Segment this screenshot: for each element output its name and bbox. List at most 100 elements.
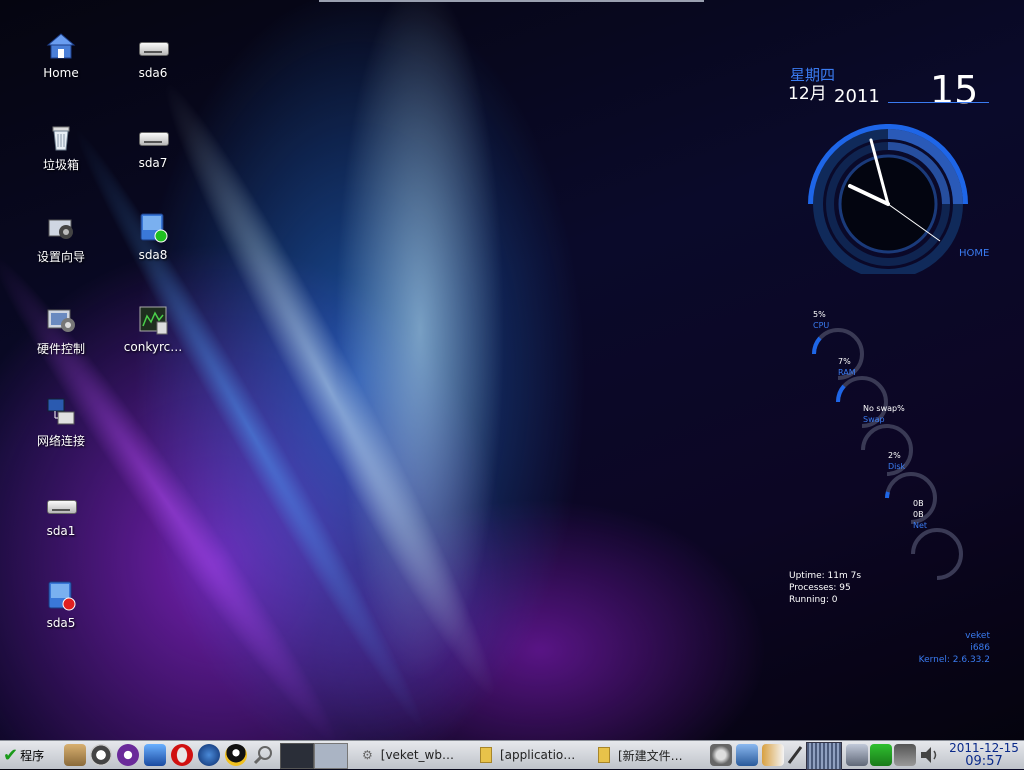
desktop-icon-sda8[interactable]: sda8 xyxy=(108,212,198,262)
os-name: veket xyxy=(965,631,990,641)
processes-text: Processes: 95 xyxy=(789,583,851,593)
cpu-label: CPU xyxy=(813,321,830,330)
monitor-icon[interactable] xyxy=(736,744,758,766)
folder-icon xyxy=(598,747,610,763)
disk-value: 2% xyxy=(888,451,901,460)
month-text: 12月 xyxy=(788,84,827,104)
clock-time: 09:57 xyxy=(965,754,1003,769)
arch-text: i686 xyxy=(970,643,990,653)
cpu-value: 5% xyxy=(813,310,826,319)
opera-browser-icon[interactable] xyxy=(171,744,193,766)
uptime-text: Uptime: 11m 7s xyxy=(789,571,862,581)
package-manager-icon[interactable] xyxy=(64,744,86,766)
at-symbol-icon[interactable] xyxy=(90,744,112,766)
gear-icon: ⚙ xyxy=(362,748,373,762)
drive-icon xyxy=(45,580,77,612)
start-menu-button[interactable]: ✔ 程序 xyxy=(0,743,62,767)
task-label: [新建文件… xyxy=(618,748,683,763)
year-text: 2011 xyxy=(834,86,880,107)
kernel-text: Kernel: 2.6.33.2 xyxy=(918,655,990,665)
desktop-show-icon[interactable] xyxy=(144,744,166,766)
qq-penguin-icon[interactable] xyxy=(225,744,247,766)
drive-icon xyxy=(137,212,169,244)
net-down-value: 0B xyxy=(913,510,924,519)
desktop-icon-network[interactable]: 网络连接 xyxy=(16,396,106,449)
net-monitor: 0B 0B Net xyxy=(913,498,927,531)
network-status-icon[interactable] xyxy=(894,744,916,766)
disk-monitor: 2% Disk xyxy=(888,450,905,472)
media-player-icon[interactable] xyxy=(117,744,139,766)
taskbar: ✔ 程序 ⚙ [veket_wb… [applicatio… [新建文件… 20… xyxy=(0,740,1024,770)
system-info: veket i686 Kernel: 2.6.33.2 xyxy=(900,630,990,666)
desktop-icon-conkyrc[interactable]: conkyrc… xyxy=(108,304,198,354)
ram-monitor: 7% RAM xyxy=(838,356,856,378)
battery-icon[interactable] xyxy=(870,744,892,766)
desktop-icon-label: sda7 xyxy=(138,156,168,170)
search-icon[interactable] xyxy=(252,744,274,766)
ram-label: RAM xyxy=(838,368,856,377)
clock-home-label: HOME xyxy=(959,248,990,259)
desktop-icon-setup-wizard[interactable]: 设置向导 xyxy=(16,212,106,265)
keyboard-icon[interactable] xyxy=(846,744,868,766)
swap-value: No swap% xyxy=(863,404,905,413)
task-label: [applicatio… xyxy=(500,748,576,762)
pen-icon[interactable] xyxy=(786,744,804,766)
swap-monitor: No swap% Swap xyxy=(863,403,905,425)
system-stats: Uptime: 11m 7s Processes: 95 Running: 0 xyxy=(789,570,861,606)
desktop-icon-label: sda1 xyxy=(46,524,76,538)
workspace-pager[interactable] xyxy=(806,742,842,770)
drive-icon xyxy=(137,30,169,62)
checkmark-icon: ✔ xyxy=(3,744,19,766)
desktop-icon-home[interactable]: Home xyxy=(16,30,106,80)
desktop-icon-sda1[interactable]: sda1 xyxy=(16,488,106,538)
ram-value: 7% xyxy=(838,357,851,366)
speaker-device-icon[interactable] xyxy=(710,744,732,766)
desktop-icon-label: 垃圾箱 xyxy=(42,158,79,172)
net-up-value: 0B xyxy=(913,499,924,508)
disk-ring xyxy=(885,472,937,524)
drive-icon xyxy=(45,488,77,520)
trash-icon xyxy=(45,120,77,152)
desktop-icon-trash[interactable]: 垃圾箱 xyxy=(16,120,106,173)
task-button-applications[interactable]: [applicatio… xyxy=(476,743,588,767)
hardware-control-icon xyxy=(45,304,77,336)
conky-date: 星期四 12月 2011 15 xyxy=(788,62,993,112)
desktop-icon-label: sda8 xyxy=(138,248,168,262)
taskbar-clock[interactable]: 2011-12-15 09:57 xyxy=(944,742,1024,769)
net-label: Net xyxy=(913,521,928,530)
swap-label: Swap xyxy=(863,415,885,424)
date-underline xyxy=(888,102,989,103)
desktop-icon-label: sda6 xyxy=(138,66,168,80)
cpu-monitor: 5% CPU xyxy=(813,309,829,331)
window-edge xyxy=(319,0,704,2)
volume-icon[interactable] xyxy=(918,744,940,766)
desktop-icon-sda5[interactable]: sda5 xyxy=(16,580,106,630)
home-folder-icon xyxy=(45,30,77,62)
desktop-icon-label: conkyrc… xyxy=(123,340,183,354)
desktop-icon-label: 设置向导 xyxy=(36,250,85,264)
network-connection-icon xyxy=(45,396,77,428)
start-menu-label: 程序 xyxy=(20,748,45,763)
text-file-icon xyxy=(137,304,169,336)
desktop-icon-label: sda5 xyxy=(46,616,76,630)
desktop-icon-sda7[interactable]: sda7 xyxy=(108,120,198,170)
net-ring xyxy=(911,528,963,580)
workspace-preview[interactable] xyxy=(280,743,314,769)
running-text: Running: 0 xyxy=(789,595,838,605)
desktop-icon-hardware-control[interactable]: 硬件控制 xyxy=(16,304,106,357)
day-text: 15 xyxy=(930,68,979,112)
desktop-icon-label: 硬件控制 xyxy=(36,342,85,356)
desktop-icon-label: 网络连接 xyxy=(36,434,85,448)
file-manager-icon[interactable] xyxy=(762,744,784,766)
workspace-preview[interactable] xyxy=(314,743,348,769)
folder-icon xyxy=(480,747,492,763)
setup-wizard-icon xyxy=(45,212,77,244)
task-button-new-folder[interactable]: [新建文件… xyxy=(594,743,706,767)
drive-icon xyxy=(137,120,169,152)
task-label: [veket_wb… xyxy=(380,748,454,762)
task-button-veket[interactable]: ⚙ [veket_wb… xyxy=(358,743,470,767)
internet-globe-icon[interactable] xyxy=(198,744,220,766)
desktop-icon-sda6[interactable]: sda6 xyxy=(108,30,198,80)
desktop-icon-label: Home xyxy=(43,66,79,80)
conky-analog-clock xyxy=(808,124,968,274)
